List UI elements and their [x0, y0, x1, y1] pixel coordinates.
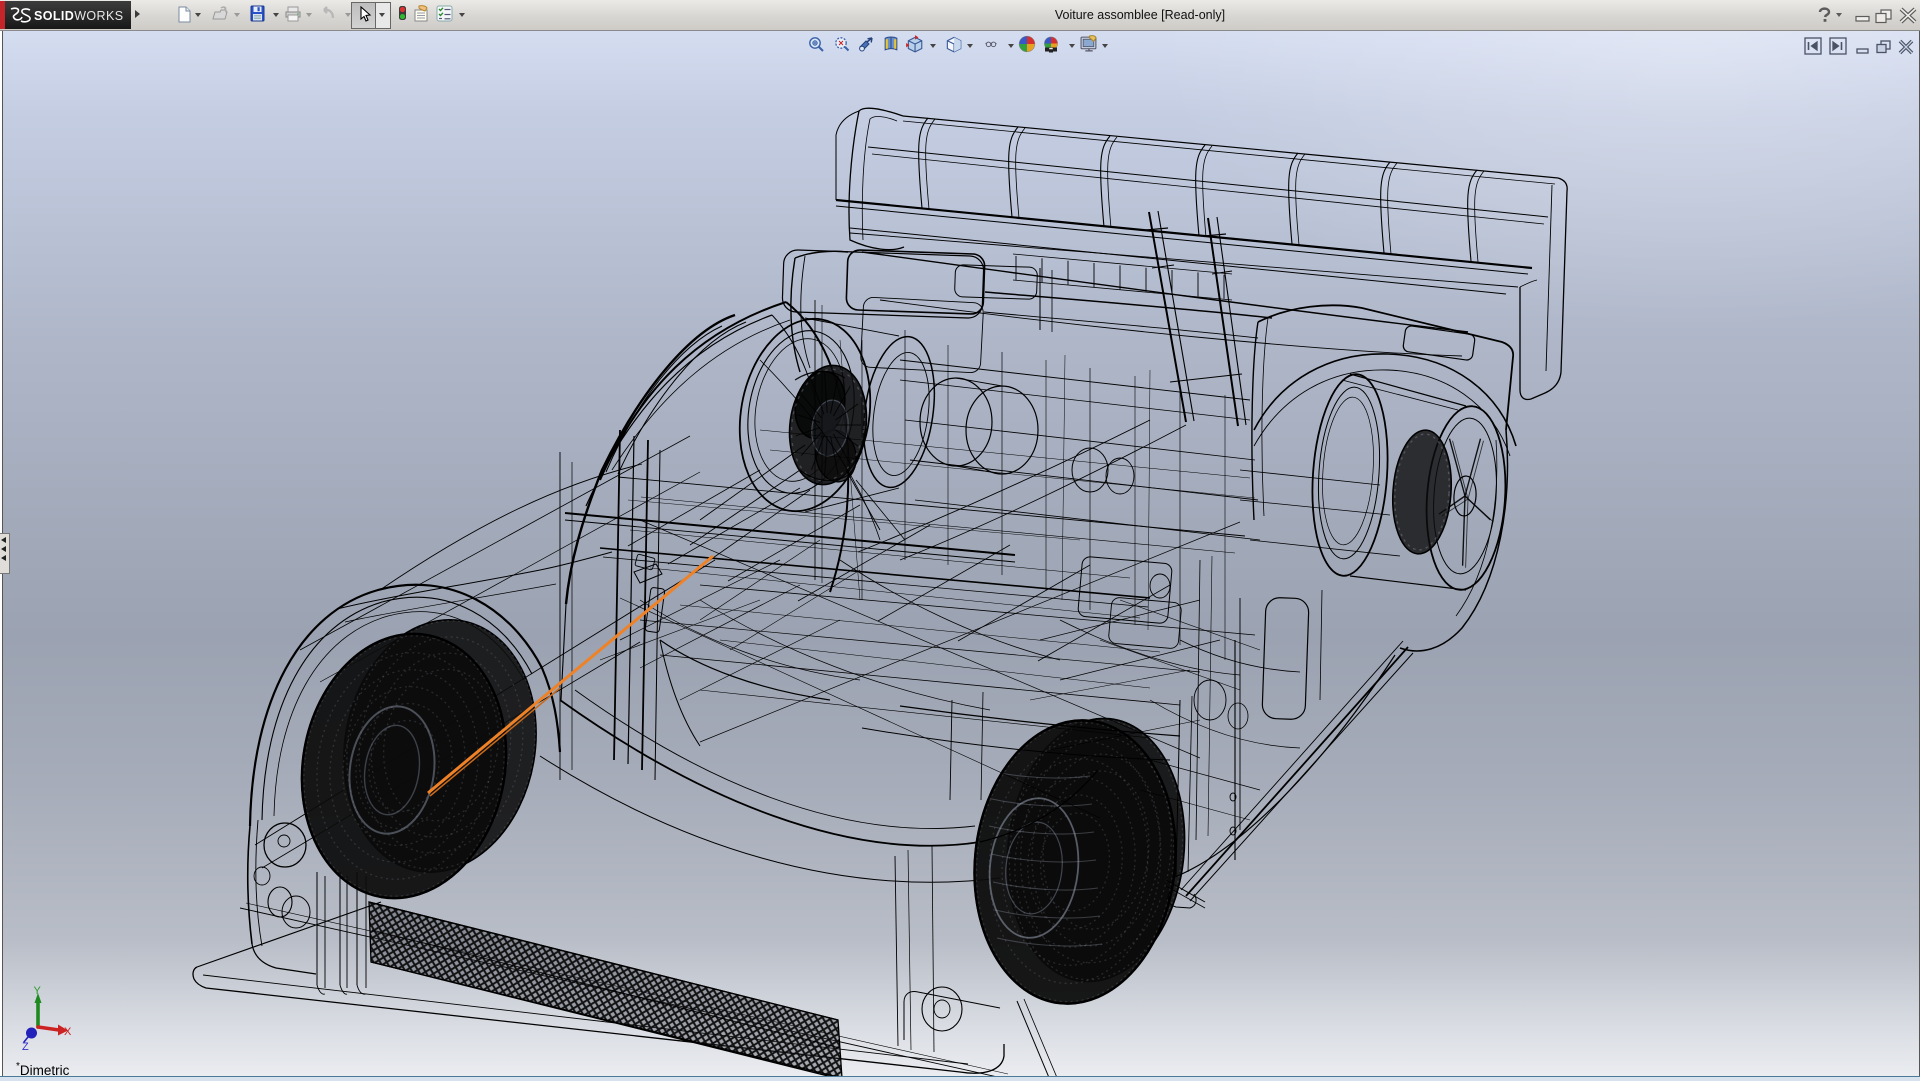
svg-text:Y: Y	[34, 985, 42, 997]
svg-text:Z: Z	[22, 1041, 29, 1053]
svg-text:X: X	[64, 1026, 72, 1038]
